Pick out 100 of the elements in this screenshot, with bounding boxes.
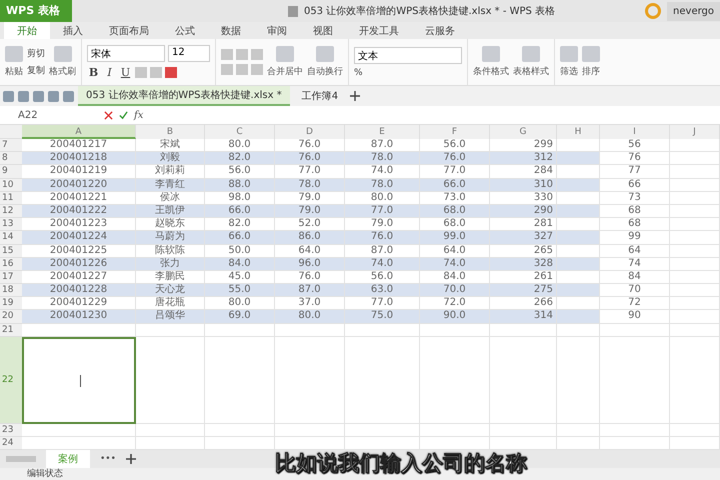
row-header[interactable]: 18 xyxy=(0,284,22,298)
row-header[interactable]: 22 xyxy=(0,336,22,424)
table-cell: 55.0 xyxy=(205,284,275,298)
table-cell: 68 xyxy=(600,204,670,218)
table-cell xyxy=(275,324,345,337)
row-header[interactable]: 9 xyxy=(0,165,22,179)
app-menu-button[interactable]: WPS 表格 xyxy=(0,0,72,22)
cell-reference-field[interactable]: A22 xyxy=(0,110,98,120)
add-icon[interactable] xyxy=(350,91,360,101)
copy-button[interactable]: 复制 xyxy=(27,64,45,77)
row-header[interactable]: 16 xyxy=(0,258,22,271)
document-tab[interactable]: 053 让你效率倍增的WPS表格快捷键.xlsx * xyxy=(78,86,290,106)
table-cell: 63.0 xyxy=(345,284,420,298)
ribbon-tab[interactable]: 审阅 xyxy=(254,22,300,39)
table-cell: 张力 xyxy=(136,258,205,271)
table-cell: 200401224 xyxy=(22,231,136,244)
row-header[interactable]: 15 xyxy=(0,244,22,258)
column-header[interactable]: I xyxy=(600,125,670,139)
ribbon-tab[interactable]: 公式 xyxy=(162,22,208,39)
percent-button[interactable]: % xyxy=(354,68,462,78)
table-cell: 70 xyxy=(600,284,670,298)
row-header[interactable]: 23 xyxy=(0,424,22,437)
row-header[interactable]: 21 xyxy=(0,324,22,337)
column-header[interactable]: A xyxy=(22,125,136,139)
table-cell: 328 xyxy=(490,258,557,271)
table-cell xyxy=(670,204,720,218)
table-cell xyxy=(670,424,720,437)
row-header[interactable]: 10 xyxy=(0,178,22,192)
format-painter-button[interactable]: 格式刷 xyxy=(49,46,76,78)
column-header[interactable]: D xyxy=(275,125,345,139)
add-sheet-icon[interactable] xyxy=(126,454,136,464)
ribbon-tab[interactable]: 视图 xyxy=(300,22,346,39)
table-cell: 96.0 xyxy=(275,258,345,271)
user-name[interactable]: nevergo xyxy=(667,2,720,20)
document-tab[interactable]: 工作簿4 xyxy=(294,87,346,105)
row-header[interactable]: 7 xyxy=(0,139,22,152)
cancel-icon[interactable] xyxy=(104,110,113,120)
column-header[interactable]: B xyxy=(136,125,205,139)
row-header[interactable]: 17 xyxy=(0,270,22,284)
row-header[interactable]: 12 xyxy=(0,204,22,218)
row-header[interactable]: 8 xyxy=(0,152,22,166)
table-cell: 74 xyxy=(600,258,670,271)
table-style-button[interactable]: 表格样式 xyxy=(513,46,549,78)
font-size-dropdown[interactable]: 12 xyxy=(168,45,210,62)
table-cell xyxy=(670,270,720,284)
merge-center-button[interactable]: 合并居中 xyxy=(267,46,303,78)
column-header[interactable]: F xyxy=(420,125,490,139)
row-header[interactable]: 19 xyxy=(0,297,22,310)
sheet-tab[interactable]: 案例 xyxy=(46,450,90,468)
column-header[interactable]: H xyxy=(557,125,600,139)
row-header[interactable]: 14 xyxy=(0,231,22,244)
column-header[interactable]: G xyxy=(490,125,557,139)
table-cell: 王凯伊 xyxy=(136,204,205,218)
table-cell xyxy=(557,152,600,166)
number-format-dropdown[interactable]: 文本 xyxy=(354,46,462,64)
table-cell xyxy=(557,258,600,271)
table-cell: 80.0 xyxy=(275,310,345,324)
ribbon-tab[interactable]: 数据 xyxy=(208,22,254,39)
table-cell xyxy=(670,324,720,337)
column-header[interactable]: E xyxy=(345,125,420,139)
table-cell: 73 xyxy=(600,192,670,205)
row-header[interactable]: 11 xyxy=(0,192,22,205)
row-header[interactable]: 20 xyxy=(0,310,22,324)
table-cell xyxy=(275,424,345,437)
function-button[interactable]: fx xyxy=(134,110,144,120)
cut-button[interactable]: 剪切 xyxy=(27,47,45,60)
row-header[interactable]: 13 xyxy=(0,218,22,232)
table-cell xyxy=(670,152,720,166)
table-cell xyxy=(670,139,720,152)
font-name-dropdown[interactable]: 宋体 xyxy=(87,45,165,62)
table-cell xyxy=(557,231,600,244)
more-sheets-button[interactable]: ••• xyxy=(100,454,116,464)
ribbon-tab[interactable]: 云服务 xyxy=(412,22,468,39)
row-header[interactable]: 24 xyxy=(0,437,22,450)
table-cell: 76.0 xyxy=(275,152,345,166)
ribbon-tab[interactable]: 开始 xyxy=(4,22,50,39)
bold-button[interactable]: B xyxy=(87,66,100,79)
table-cell xyxy=(557,178,600,192)
ribbon-tab[interactable]: 开发工具 xyxy=(346,22,412,39)
table-cell xyxy=(670,165,720,179)
table-cell xyxy=(420,324,490,337)
ribbon-tab[interactable]: 页面布局 xyxy=(96,22,162,39)
table-cell: 290 xyxy=(490,204,557,218)
table-cell: 310 xyxy=(490,178,557,192)
table-cell: 82.0 xyxy=(205,152,275,166)
underline-button[interactable]: U xyxy=(119,66,132,79)
table-cell xyxy=(670,297,720,310)
wrap-text-button[interactable]: 自动换行 xyxy=(307,46,343,78)
table-cell: 78.0 xyxy=(345,152,420,166)
table-cell xyxy=(670,284,720,298)
table-cell: 78.0 xyxy=(275,178,345,192)
column-header[interactable]: C xyxy=(205,125,275,139)
column-header[interactable]: J xyxy=(670,125,720,139)
conditional-format-button[interactable]: 条件格式 xyxy=(473,46,509,78)
table-cell xyxy=(670,310,720,324)
table-cell: 76.0 xyxy=(420,152,490,166)
italic-button[interactable]: I xyxy=(103,66,116,79)
active-cell[interactable] xyxy=(22,336,136,424)
ribbon-tab[interactable]: 插入 xyxy=(50,22,96,39)
confirm-icon[interactable] xyxy=(119,110,128,120)
